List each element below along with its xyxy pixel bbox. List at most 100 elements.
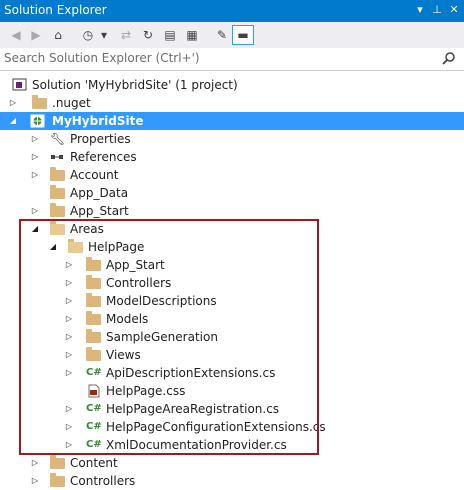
tree-item-label: App_Start [70, 204, 129, 218]
expand-arrow-icon[interactable]: ▷ [30, 454, 40, 472]
csharp-file-icon: C# [86, 439, 102, 450]
close-icon[interactable]: ✕ [446, 2, 462, 18]
chevron-down-icon[interactable]: ▾ [94, 25, 114, 45]
folder-icon [50, 167, 65, 181]
expand-arrow-icon[interactable]: ▷ [30, 472, 40, 490]
tree-item-label: Controllers [106, 276, 172, 290]
search-icon[interactable] [442, 51, 456, 65]
tree-item-label: XmlDocumentationProvider.cs [106, 438, 287, 452]
folder-icon [50, 203, 65, 217]
wrench-icon: 🔧︎ [50, 132, 66, 146]
tree-item-label: .nuget [52, 96, 91, 110]
tree-item-label: Content [70, 456, 118, 470]
folder-open-icon [50, 221, 65, 235]
folder-icon [32, 95, 47, 109]
tree-item-helppage-controllers[interactable]: ▷ Controllers [0, 274, 464, 292]
references-icon [51, 155, 63, 159]
csharp-file-icon: C# [86, 367, 102, 378]
collapse-all-icon[interactable]: ▤ [160, 25, 180, 45]
tree-item-properties[interactable]: ▷ 🔧︎ Properties [0, 130, 464, 148]
tree-item-samplegeneration[interactable]: ▷ SampleGeneration [0, 328, 464, 346]
tree-item-apidescriptionextensions[interactable]: ▷ C# ApiDescriptionExtensions.cs [0, 364, 464, 382]
expand-arrow-icon[interactable]: ▷ [64, 436, 74, 454]
tree-item-label: Areas [70, 222, 104, 236]
folder-icon [50, 185, 65, 199]
tree-item-helppagearearegistration[interactable]: ▷ C# HelpPageAreaRegistration.cs [0, 400, 464, 418]
tree-item-models[interactable]: ▷ Models [0, 310, 464, 328]
expand-arrow-icon[interactable]: ▷ [64, 400, 74, 418]
expand-arrow-icon[interactable]: ▷ [30, 130, 40, 148]
tree-item-project[interactable]: ◢ MyHybridSite [0, 112, 464, 130]
expand-arrow-icon[interactable]: ▷ [64, 346, 74, 364]
tree-item-modeldescriptions[interactable]: ▷ ModelDescriptions [0, 292, 464, 310]
expand-arrow-icon[interactable]: ▷ [64, 256, 74, 274]
folder-icon [86, 347, 101, 361]
tree-item-helppage-app-start[interactable]: ▷ App_Start [0, 256, 464, 274]
preview-icon[interactable]: ▬ [232, 25, 254, 45]
tree-item-label: References [70, 150, 137, 164]
folder-icon [50, 473, 65, 487]
folder-icon [50, 455, 65, 469]
tree-item-label: Views [106, 348, 141, 362]
folder-icon [86, 311, 101, 325]
tree-item-references[interactable]: ▷ References [0, 148, 464, 166]
tree-item-label: Solution 'MyHybridSite' (1 project) [32, 78, 238, 92]
properties-icon[interactable]: ✎ [212, 25, 232, 45]
expand-arrow-icon[interactable]: ▷ [64, 292, 74, 310]
folder-icon [86, 257, 101, 271]
csharp-file-icon: C# [86, 403, 102, 414]
home-icon[interactable]: ⌂ [48, 25, 68, 45]
show-all-files-icon[interactable]: ▦ [182, 25, 202, 45]
tree-item-solution[interactable]: Solution 'MyHybridSite' (1 project) [0, 76, 464, 94]
tree-item-helppageconfigurationextensions[interactable]: ▷ C# HelpPageConfigurationExtensions.cs [0, 418, 464, 436]
tree-item-label: App_Start [106, 258, 165, 272]
expand-arrow-icon[interactable]: ▷ [8, 94, 18, 112]
tree-item-label: ApiDescriptionExtensions.cs [106, 366, 276, 380]
expand-arrow-icon[interactable]: ▷ [64, 364, 74, 382]
tree-item-label: HelpPageConfigurationExtensions.cs [106, 420, 326, 434]
tree-item-areas[interactable]: ◢ Areas [0, 220, 464, 238]
tree-item-content[interactable]: ▷ Content [0, 454, 464, 472]
expand-arrow-icon[interactable]: ▷ [64, 328, 74, 346]
tree-item-label: MyHybridSite [52, 114, 144, 128]
expand-arrow-icon[interactable]: ▷ [30, 148, 40, 166]
tree-item-app-data[interactable]: App_Data [0, 184, 464, 202]
expand-arrow-icon[interactable]: ▷ [30, 166, 40, 184]
web-project-icon [30, 114, 45, 128]
back-icon[interactable]: ◀ [6, 25, 26, 45]
title-bar: Solution Explorer ▾ ⊥ ✕ [0, 0, 464, 22]
expand-arrow-icon[interactable]: ▷ [64, 418, 74, 436]
pin-icon[interactable]: ⊥ [429, 2, 445, 18]
csharp-file-icon: C# [86, 421, 102, 432]
expand-arrow-icon[interactable]: ▷ [64, 310, 74, 328]
tree-item-xmldocumentationprovider[interactable]: ▷ C# XmlDocumentationProvider.cs [0, 436, 464, 454]
folder-icon [86, 293, 101, 307]
folder-icon [86, 275, 101, 289]
collapse-arrow-icon[interactable]: ◢ [48, 238, 58, 256]
folder-icon [86, 329, 101, 343]
expand-arrow-icon[interactable]: ▷ [64, 274, 74, 292]
tree-item-account[interactable]: ▷ Account [0, 166, 464, 184]
refresh-icon[interactable]: ↻ [138, 25, 158, 45]
tree-item-views[interactable]: ▷ Views [0, 346, 464, 364]
tree-item-app-start[interactable]: ▷ App_Start [0, 202, 464, 220]
tree-item-label: Controllers [70, 474, 136, 488]
dropdown-icon[interactable]: ▾ [412, 2, 428, 18]
tree-item-label: HelpPageAreaRegistration.cs [106, 402, 280, 416]
window-title: Solution Explorer [4, 3, 107, 17]
tree-item-label: Properties [70, 132, 131, 146]
tree-item-label: HelpPage [88, 240, 145, 254]
solution-icon [12, 78, 27, 91]
tree-item-label: ModelDescriptions [106, 294, 217, 308]
sync-icon[interactable]: ⇄ [116, 25, 136, 45]
tree-item-helppage[interactable]: ◢ HelpPage [0, 238, 464, 256]
tree-item-controllers[interactable]: ▷ Controllers [0, 472, 464, 490]
tree-item-label: HelpPage.css [106, 384, 186, 398]
collapse-arrow-icon[interactable]: ◢ [8, 112, 18, 130]
tree-item-helppage-css[interactable]: HelpPage.css [0, 382, 464, 400]
collapse-arrow-icon[interactable]: ◢ [30, 220, 40, 238]
expand-arrow-icon[interactable]: ▷ [30, 202, 40, 220]
search-input[interactable] [2, 50, 436, 66]
tree-item-nuget[interactable]: ▷ .nuget [0, 94, 464, 112]
forward-icon[interactable]: ▶ [26, 25, 46, 45]
